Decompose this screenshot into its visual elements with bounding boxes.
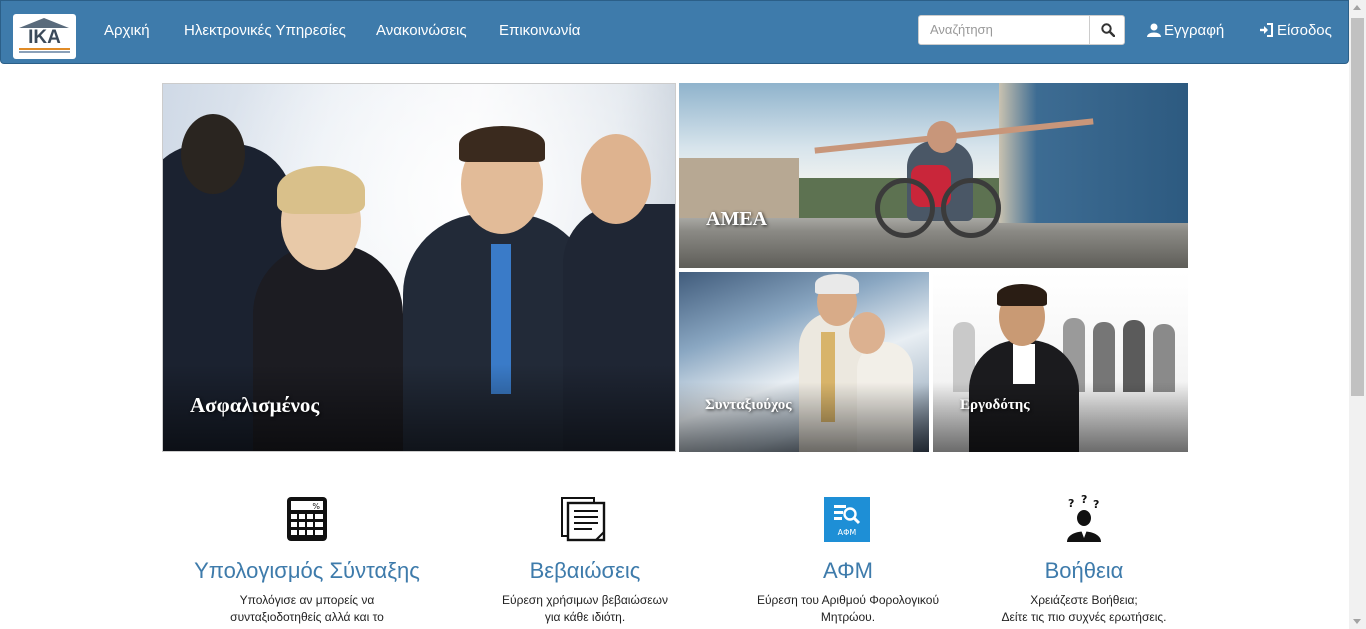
tile-pensioner[interactable]: Συνταξιούχος — [679, 272, 929, 452]
scrollbar-thumb[interactable] — [1351, 18, 1364, 396]
ika-logo[interactable]: IKA — [13, 14, 76, 59]
feature-desc: Χρειάζεστε Βοήθεια; Δείτε τις πιο συχνές… — [939, 592, 1229, 626]
help-person-icon: ? ? ? — [1067, 494, 1101, 542]
login-link[interactable]: Είσοδος — [1259, 22, 1332, 40]
tile-label-insured: Ασφαλισμένος — [190, 393, 320, 417]
scroll-up-arrow-icon[interactable] — [1353, 5, 1361, 10]
register-link[interactable]: Εγγραφή — [1147, 22, 1224, 40]
search-button[interactable] — [1089, 15, 1125, 45]
feature-desc-line: Υπολόγισε αν μπορείς να — [239, 593, 375, 607]
tile-employer[interactable]: Εργοδότης — [933, 272, 1188, 452]
person-head — [849, 312, 885, 354]
tile-label-amea: ΑΜΕΑ — [706, 208, 768, 230]
logo-stripe — [19, 48, 70, 50]
feature-desc-line: Χρειάζεστε Βοήθεια; — [1030, 593, 1138, 607]
tile-amea[interactable]: ΑΜΕΑ — [679, 83, 1188, 268]
magnifier-icon — [834, 505, 861, 525]
logo-stripe — [19, 51, 70, 53]
tile-insured[interactable]: Ασφαλισμένος — [162, 83, 676, 452]
feature-desc: Υπολόγισε αν μπορείς να συνταξιοδοτηθείς… — [162, 592, 452, 626]
feature-desc-line: Δείτε τις πιο συχνές ερωτήσεις. — [1001, 610, 1167, 624]
person-hair — [459, 126, 545, 162]
login-icon — [1260, 23, 1273, 37]
wheelchair-wheel — [875, 178, 935, 238]
nav-link-contact[interactable]: Επικοινωνία — [499, 22, 580, 40]
calculator-icon: % — [287, 497, 327, 541]
person-hair — [997, 284, 1047, 306]
register-label: Εγγραφή — [1164, 22, 1225, 39]
navbar: IKA Αρχική Ηλεκτρονικές Υπηρεσίες Ανακοι… — [0, 0, 1349, 64]
building — [999, 83, 1188, 223]
feature-title[interactable]: Βοήθεια — [939, 558, 1229, 584]
tile-label-employer: Εργοδότης — [960, 397, 1030, 413]
person-hair — [815, 274, 859, 294]
wheelchair-wheel — [941, 178, 1001, 238]
person-head — [581, 134, 651, 224]
afm-search-icon: ΑΦΜ — [824, 497, 870, 542]
tile-shade — [933, 382, 1188, 452]
svg-text:%: % — [312, 502, 320, 511]
shirt — [1013, 344, 1035, 384]
feature-title[interactable]: Βεβαιώσεις — [440, 558, 730, 584]
scroll-down-arrow-icon[interactable] — [1353, 619, 1361, 624]
feature-desc: Εύρεση χρήσιμων βεβαιώσεων για κάθε ιδιό… — [440, 592, 730, 626]
svg-text:?: ? — [1081, 494, 1087, 506]
svg-text:?: ? — [1093, 498, 1099, 511]
feature-desc-line: Εύρεση χρήσιμων βεβαιώσεων — [502, 593, 668, 607]
search-icon — [1101, 23, 1115, 37]
nav-link-announcements[interactable]: Ανακοινώσεις — [376, 22, 467, 40]
svg-text:?: ? — [1068, 497, 1074, 510]
feature-desc-line: για κάθε ιδιότη. — [544, 610, 626, 624]
feature-desc-line: συνταξιοδοτηθείς αλλά και το — [230, 610, 384, 624]
nav-link-eservices[interactable]: Ηλεκτρονικές Υπηρεσίες — [184, 22, 346, 40]
user-icon — [1147, 23, 1161, 37]
afm-icon-text: ΑΦΜ — [837, 528, 857, 537]
search-input[interactable]: Αναζήτηση — [918, 15, 1090, 45]
tile-label-pensioner: Συνταξιούχος — [705, 397, 792, 413]
person-head — [181, 114, 245, 194]
nav-link-home[interactable]: Αρχική — [104, 22, 150, 40]
logo-text: IKA — [28, 27, 61, 48]
login-label: Είσοδος — [1277, 22, 1332, 39]
tile-shade — [679, 382, 929, 452]
person-head — [927, 121, 957, 153]
feature-title[interactable]: Υπολογισμός Σύνταξης — [162, 558, 452, 584]
person-hair — [277, 166, 365, 214]
documents-icon — [561, 497, 606, 542]
